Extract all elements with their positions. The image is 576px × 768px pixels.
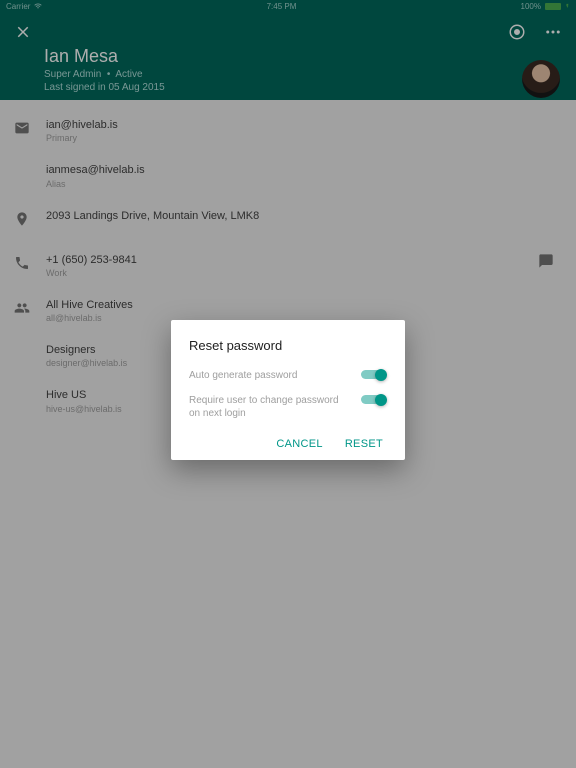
reset-password-dialog: Reset password Auto generate password Re… (171, 320, 405, 460)
option-autogen-label: Auto generate password (189, 369, 349, 382)
option-require-row[interactable]: Require user to change password on next … (189, 394, 387, 420)
dialog-title: Reset password (189, 338, 387, 353)
option-autogen-row[interactable]: Auto generate password (189, 369, 387, 382)
cancel-button[interactable]: CANCEL (276, 438, 322, 450)
option-autogen-switch[interactable] (361, 369, 387, 381)
dialog-scrim[interactable]: Reset password Auto generate password Re… (0, 0, 576, 768)
option-require-switch[interactable] (361, 394, 387, 406)
reset-button[interactable]: RESET (345, 438, 383, 450)
option-require-label: Require user to change password on next … (189, 394, 349, 420)
